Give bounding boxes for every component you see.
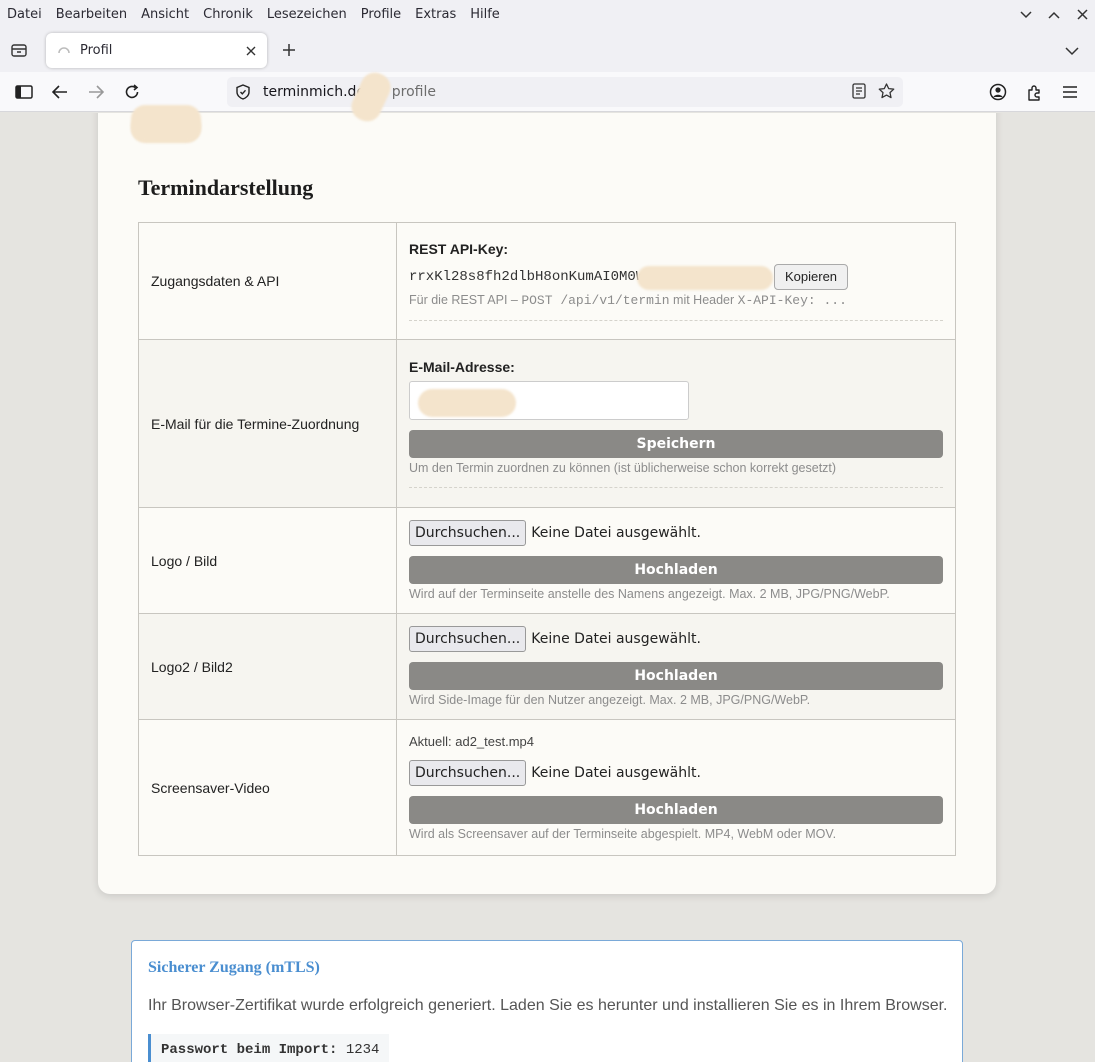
sidebar-icon[interactable] <box>15 83 33 101</box>
email-field[interactable] <box>409 381 689 420</box>
table-row: E-Mail für die Termine-Zuordnung E-Mail-… <box>138 339 956 508</box>
current-file: Aktuell: ad2_test.mp4 <box>409 734 535 749</box>
api-key-value: rrxKl28s8fh2dlbH8onKumAI0M0W <box>409 268 645 285</box>
table-row: Zugangsdaten & API REST API-Key: rrxKl28… <box>138 222 956 340</box>
tab-list-icon[interactable] <box>10 41 30 61</box>
row-label: E-Mail für die Termine-Zuordnung <box>138 339 397 508</box>
row-label: Screensaver-Video <box>138 719 397 856</box>
chevron-down-icon[interactable] <box>1065 43 1081 59</box>
back-arrow-icon[interactable] <box>51 83 69 101</box>
url-bar[interactable]: terminmich.de/ profile <box>227 77 903 107</box>
browse-button[interactable]: Durchsuchen... <box>409 520 527 546</box>
page-viewport: Termindarstellung Zugangsdaten & API RES… <box>0 113 1095 1062</box>
bookmark-star-icon[interactable] <box>878 83 895 103</box>
upload-button[interactable]: Hochladen <box>409 556 943 584</box>
page-title: Termindarstellung <box>138 175 314 200</box>
menu-profile[interactable]: Profile <box>361 7 401 22</box>
close-icon[interactable] <box>243 43 259 59</box>
maximize-icon[interactable] <box>1047 8 1061 22</box>
table-row: Screensaver-Video Aktuell: ad2_test.mp4 … <box>138 719 956 856</box>
redacted-region <box>637 265 773 290</box>
hamburger-menu-icon[interactable] <box>1061 83 1079 101</box>
row-label: Logo2 / Bild2 <box>138 613 397 720</box>
upload-hint: Wird als Screensaver auf der Terminseite… <box>409 827 837 841</box>
menu-bar: Datei Bearbeiten Ansicht Chronik Lesezei… <box>0 0 1095 29</box>
table-row: Logo2 / Bild2 Durchsuchen... Keine Datei… <box>138 613 956 720</box>
menu-extras[interactable]: Extras <box>415 7 456 22</box>
menu-lesezeichen[interactable]: Lesezeichen <box>267 7 347 22</box>
email-label: E-Mail-Adresse: <box>409 359 515 375</box>
mtls-panel: Sicherer Zugang (mTLS) Ihr Browser-Zerti… <box>131 940 963 1062</box>
tab-bar: Profil <box>0 29 1095 72</box>
browse-button[interactable]: Durchsuchen... <box>409 760 527 786</box>
upload-button[interactable]: Hochladen <box>409 796 943 824</box>
url-path: profile <box>391 84 437 100</box>
password-label: Passwort beim Import: <box>161 1042 338 1058</box>
shield-icon[interactable] <box>235 84 251 100</box>
close-window-icon[interactable] <box>1075 8 1089 22</box>
window-controls <box>1019 0 1089 29</box>
globe-icon <box>57 44 71 58</box>
divider <box>409 320 943 321</box>
menu-hilfe[interactable]: Hilfe <box>470 7 500 22</box>
menu-datei[interactable]: Datei <box>7 7 42 22</box>
divider <box>409 487 943 488</box>
extensions-icon[interactable] <box>1025 83 1043 101</box>
account-icon[interactable] <box>989 83 1007 101</box>
mtls-text: Ihr Browser-Zertifikat wurde erfolgreich… <box>148 997 948 1014</box>
import-password: Passwort beim Import: 1234 <box>148 1034 390 1062</box>
minimize-icon[interactable] <box>1019 8 1033 22</box>
password-value: 1234 <box>345 1042 380 1058</box>
api-hint: Für die REST API – POST /api/v1/termin m… <box>409 293 847 308</box>
tab-title: Profil <box>80 43 113 58</box>
menu-ansicht[interactable]: Ansicht <box>141 7 189 22</box>
mtls-title: Sicherer Zugang (mTLS) <box>148 959 320 976</box>
file-status: Keine Datei ausgewählt. <box>531 631 701 647</box>
plus-icon[interactable] <box>281 42 299 60</box>
upload-hint: Wird Side-Image für den Nutzer angezeigt… <box>409 693 811 707</box>
upload-button[interactable]: Hochladen <box>409 662 943 690</box>
menu-chronik[interactable]: Chronik <box>203 7 253 22</box>
api-key-label: REST API-Key: <box>409 241 509 257</box>
row-label: Logo / Bild <box>138 507 397 614</box>
row-label: Zugangsdaten & API <box>138 222 397 340</box>
forward-arrow-icon[interactable] <box>87 83 105 101</box>
table-row: Logo / Bild Durchsuchen... Keine Datei a… <box>138 507 956 614</box>
redacted-region <box>131 105 201 141</box>
settings-card: Termindarstellung Zugangsdaten & API RES… <box>98 113 996 894</box>
email-hint: Um den Termin zuordnen zu können (ist üb… <box>409 461 837 475</box>
reader-view-icon[interactable] <box>852 83 866 103</box>
save-button[interactable]: Speichern <box>409 430 943 458</box>
file-status: Keine Datei ausgewählt. <box>531 525 701 541</box>
file-status: Keine Datei ausgewählt. <box>531 765 701 781</box>
upload-hint: Wird auf der Terminseite anstelle des Na… <box>409 587 890 601</box>
menu-bearbeiten[interactable]: Bearbeiten <box>56 7 127 22</box>
tab-profil[interactable]: Profil <box>46 33 267 68</box>
browse-button[interactable]: Durchsuchen... <box>409 626 527 652</box>
redacted-region <box>418 389 516 417</box>
copy-api-key-button[interactable]: Kopieren <box>774 263 849 290</box>
reload-icon[interactable] <box>123 83 141 101</box>
settings-table: Zugangsdaten & API REST API-Key: rrxKl28… <box>138 222 956 856</box>
